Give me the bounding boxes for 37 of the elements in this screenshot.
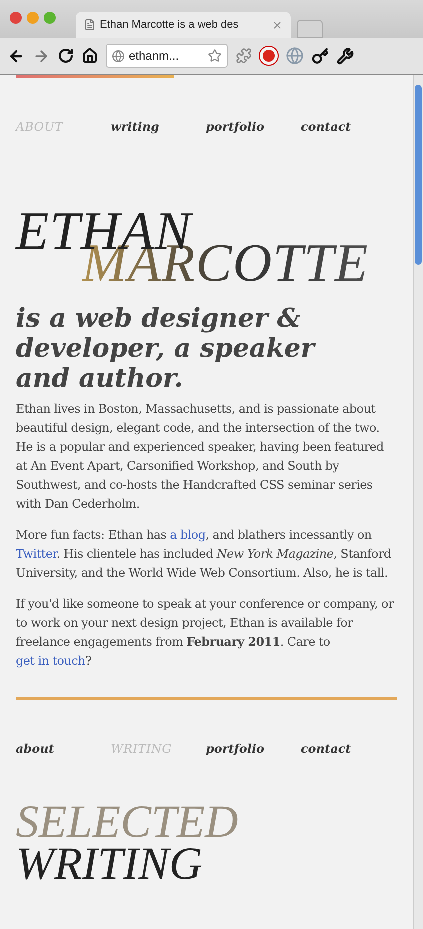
globe-icon[interactable] bbox=[286, 47, 304, 65]
key-icon[interactable] bbox=[312, 48, 329, 64]
nav-link[interactable]: portfolio bbox=[206, 118, 301, 136]
address-field[interactable]: ethanm... bbox=[106, 44, 228, 68]
forward-icon[interactable] bbox=[33, 48, 50, 64]
address-text: ethanm... bbox=[129, 48, 180, 65]
section-heading-bottom: WRITING bbox=[16, 842, 204, 886]
nav-link[interactable]: writing bbox=[111, 118, 206, 136]
puzzle-icon[interactable] bbox=[236, 48, 252, 64]
tagline: is a web designer & developer, a speaker and author. bbox=[16, 304, 317, 394]
nav-link[interactable]: portfolio bbox=[206, 740, 301, 758]
nav-link[interactable]: about bbox=[16, 740, 111, 758]
nav-link[interactable]: contact bbox=[301, 118, 396, 136]
nav-link[interactable]: contact bbox=[301, 740, 396, 758]
tab-title: Ethan Marcotte is a web des bbox=[100, 18, 239, 33]
new-tab-button[interactable] bbox=[297, 20, 323, 38]
browser-tab[interactable]: Ethan Marcotte is a web des bbox=[76, 12, 291, 38]
close-tab-icon[interactable] bbox=[272, 20, 283, 30]
body-paragraph: Ethan lives in Boston, Massachusetts, and is passionate about beautiful design, elegant code, and the intersection of the two. He is a popular and experienced speaker, having been featured at An Event Apart, Carsonified Workshop, and South by Southwest, and co-hosts the Handcrafted CSS seminar series with Dan Cederholm. bbox=[16, 401, 385, 513]
reload-icon[interactable] bbox=[58, 48, 74, 64]
scrollbar[interactable] bbox=[413, 75, 423, 929]
close-window-icon[interactable] bbox=[10, 12, 22, 24]
home-icon[interactable] bbox=[82, 48, 98, 64]
page-icon bbox=[84, 19, 96, 31]
body-paragraph: More fun facts: Ethan has a blog, and blathers incessantly on Twitter. His clientele has included New York Magazine, Stanford University, and the World Wide Web Consortium. Also, he is tall. bbox=[16, 527, 392, 582]
globe-icon bbox=[112, 50, 125, 62]
text-link[interactable]: Twitter bbox=[16, 547, 57, 561]
section-heading-top: SELECTED bbox=[16, 802, 240, 842]
body-paragraph: If you'd like someone to speak at your conference or company, or to work on your next design project, Ethan is available for freelance engagements from February 2011. Care to get in touch? bbox=[16, 596, 396, 670]
back-icon[interactable] bbox=[8, 48, 25, 64]
star-icon[interactable] bbox=[208, 49, 222, 63]
maximize-window-icon[interactable] bbox=[44, 12, 56, 24]
scrollbar-thumb[interactable] bbox=[415, 85, 422, 265]
text-link[interactable]: get in touch bbox=[16, 654, 86, 668]
text-link[interactable]: a blog bbox=[170, 528, 206, 542]
stop-sign-icon[interactable] bbox=[260, 47, 278, 65]
wrench-icon[interactable] bbox=[337, 48, 354, 64]
